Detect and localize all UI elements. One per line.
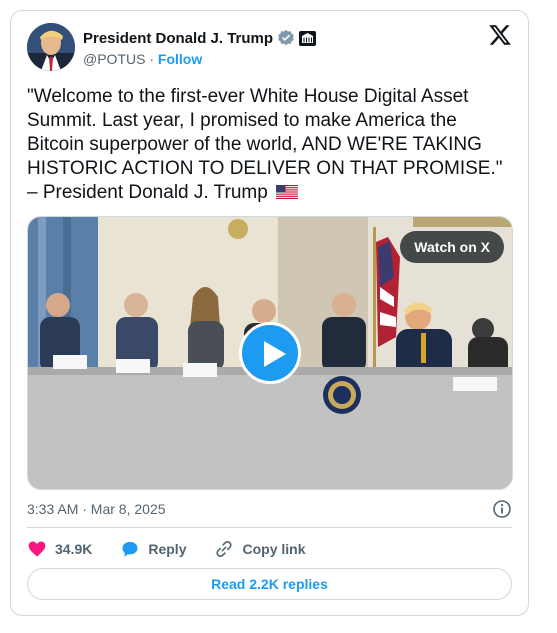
avatar[interactable] <box>27 23 75 71</box>
white-house-icon <box>299 30 317 46</box>
reply-bubble-icon <box>122 541 138 557</box>
reply-label: Reply <box>148 541 187 557</box>
handle-separator: · <box>149 51 155 67</box>
play-button[interactable] <box>239 322 301 384</box>
us-flag-icon <box>276 185 299 199</box>
verified-badge-icon <box>278 29 294 46</box>
tweet-body: "Welcome to the first-ever White House D… <box>27 86 503 203</box>
action-bar: 34.9K Reply Copy link <box>27 539 334 559</box>
info-icon[interactable] <box>492 499 512 519</box>
copy-link-label: Copy link <box>242 541 306 557</box>
handle-row: @POTUS · Follow <box>83 51 202 67</box>
heart-icon <box>28 541 46 557</box>
name-row: President Donald J. Trump <box>83 29 317 47</box>
link-icon <box>216 540 233 558</box>
copy-link-button[interactable]: Copy link <box>214 539 306 559</box>
watch-on-x-button[interactable]: Watch on X <box>400 231 504 263</box>
tweet-text: "Welcome to the first-ever White House D… <box>27 85 507 205</box>
author-name[interactable]: President Donald J. Trump <box>83 30 273 47</box>
follow-button[interactable]: Follow <box>158 51 202 67</box>
like-count: 34.9K <box>55 541 93 557</box>
timestamp[interactable]: 3:33 AM · Mar 8, 2025 <box>27 501 166 517</box>
divider <box>27 527 512 528</box>
tweet-card: President Donald J. Trump @POTUS · Follo… <box>10 10 529 616</box>
video-media[interactable]: Watch on X <box>27 216 513 490</box>
like-button[interactable]: 34.9K <box>27 539 92 559</box>
reply-button[interactable]: Reply <box>120 539 186 559</box>
author-handle[interactable]: @POTUS <box>83 51 145 67</box>
read-replies-button[interactable]: Read 2.2K replies <box>27 568 512 600</box>
tweet-header: President Donald J. Trump @POTUS · Follo… <box>27 23 512 73</box>
x-logo-icon[interactable] <box>488 23 512 47</box>
